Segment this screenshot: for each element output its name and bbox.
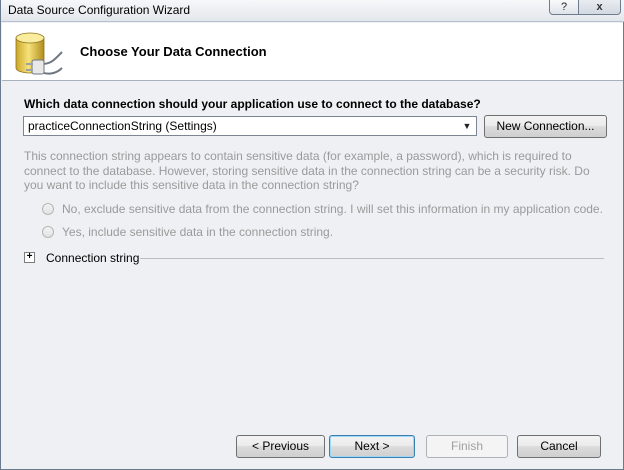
chevron-down-icon[interactable]: ▼ (460, 119, 474, 133)
exclude-sensitive-label: No, exclude sensitive data from the conn… (62, 202, 603, 216)
connection-string-expander: + Connection string (24, 250, 604, 266)
connection-string-label[interactable]: Connection string (46, 251, 139, 265)
include-sensitive-radio[interactable]: Yes, include sensitive data in the conne… (42, 224, 333, 240)
exclude-sensitive-radio[interactable]: No, exclude sensitive data from the conn… (42, 201, 603, 217)
new-connection-button[interactable]: New Connection... (484, 115, 607, 138)
include-sensitive-label: Yes, include sensitive data in the conne… (62, 225, 334, 239)
next-button[interactable]: Next > (329, 435, 415, 458)
wizard-body: Which data connection should your applic… (2, 82, 623, 469)
radio-circle[interactable] (42, 203, 54, 215)
close-icon: x (596, 1, 603, 13)
finish-button[interactable]: Finish (426, 435, 508, 458)
divider (140, 258, 604, 259)
wizard-window: Data Source Configuration Wizard ? x Cho… (0, 0, 624, 470)
help-button[interactable]: ? (549, 0, 579, 15)
page-heading: Choose Your Data Connection (80, 44, 267, 59)
connection-select[interactable]: practiceConnectionString (Settings) ▼ (23, 116, 477, 136)
expand-plus-icon[interactable]: + (24, 252, 35, 263)
cancel-button[interactable]: Cancel (517, 435, 601, 458)
title-bar[interactable]: Data Source Configuration Wizard ? x (1, 0, 624, 22)
connection-question-label: Which data connection should your applic… (24, 97, 481, 111)
title-bar-buttons: ? x (549, 0, 621, 15)
previous-button[interactable]: < Previous (236, 435, 325, 458)
wizard-header: Choose Your Data Connection (2, 23, 623, 81)
window-title: Data Source Configuration Wizard (8, 3, 191, 17)
sensitive-data-info: This connection string appears to contai… (24, 149, 590, 192)
database-plug-icon (15, 32, 63, 75)
radio-circle[interactable] (42, 226, 54, 238)
connection-select-value: practiceConnectionString (Settings) (28, 119, 217, 133)
close-button[interactable]: x (579, 0, 621, 15)
